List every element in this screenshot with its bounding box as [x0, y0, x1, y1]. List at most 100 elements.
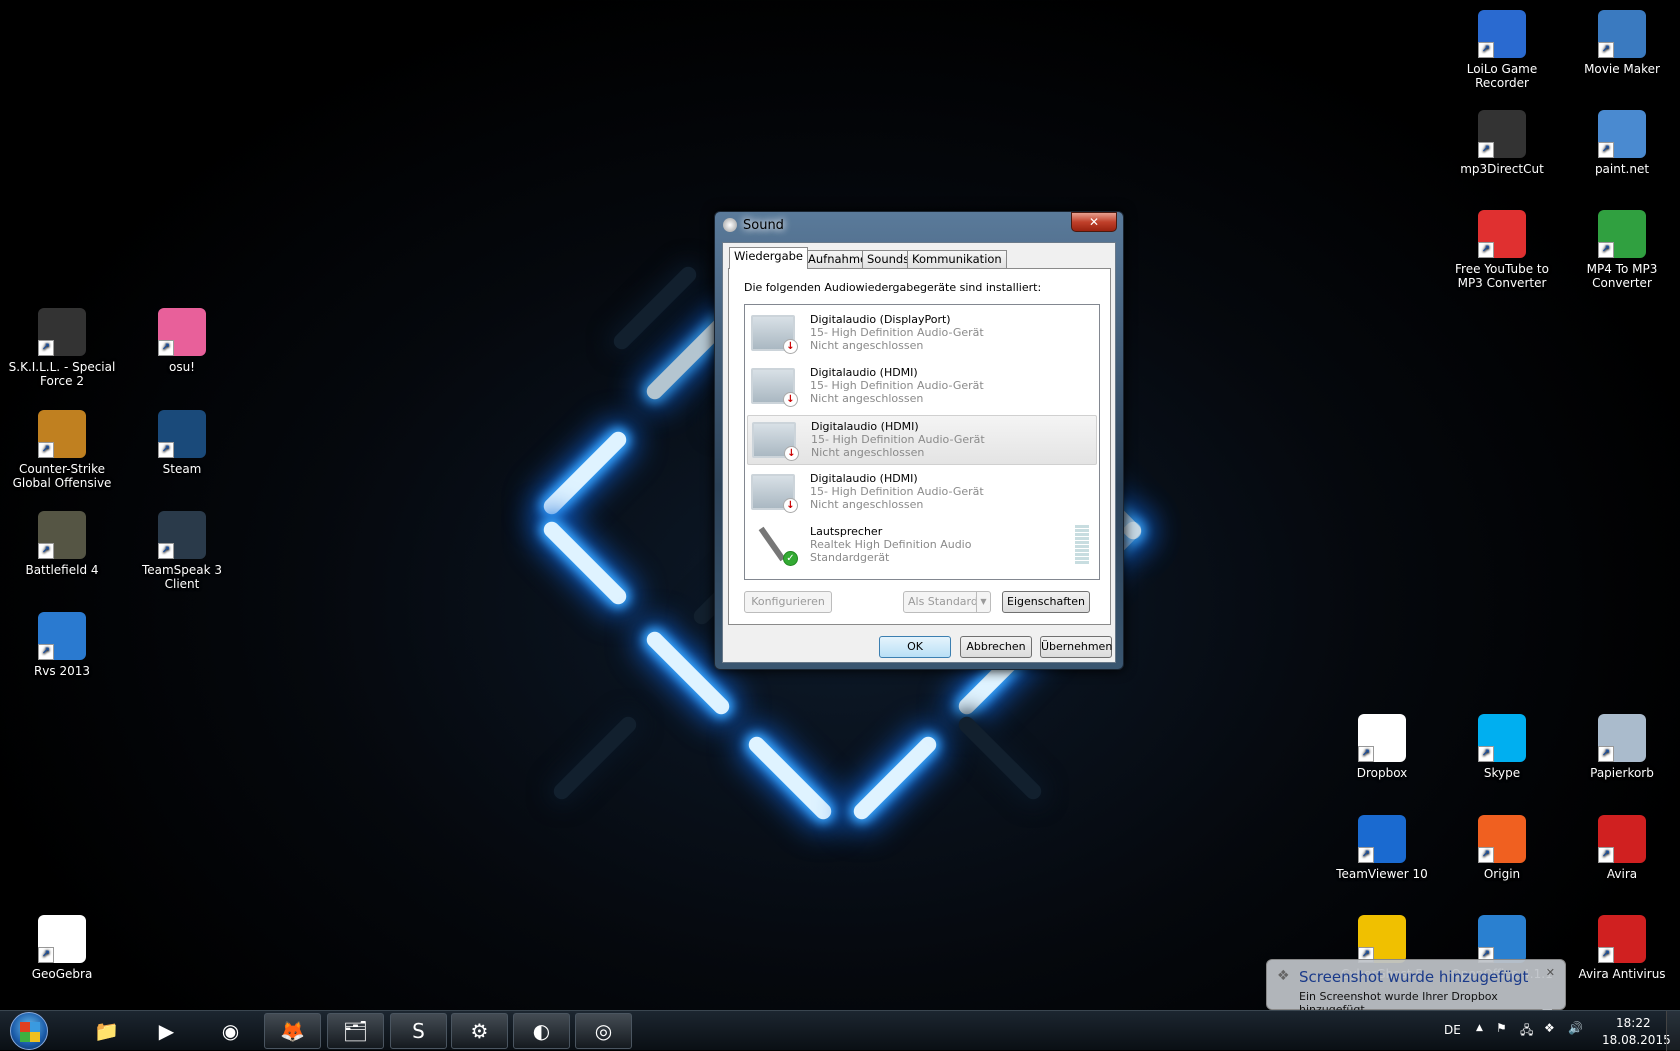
- set-default-label: Als Standard: [908, 595, 978, 608]
- desktop-icon-dropbox[interactable]: Dropbox: [1327, 714, 1437, 780]
- origin-icon: [1478, 815, 1526, 863]
- chevron-down-icon[interactable]: ▼: [976, 592, 990, 612]
- desktop-icon-label: Rvs 2013: [33, 664, 91, 678]
- desktop-icon-rvs[interactable]: Rvs 2013: [7, 612, 117, 678]
- device-item[interactable]: ↓ Digitalaudio (HDMI) 15- High Definition …: [747, 468, 1097, 518]
- taskbar-button-firefox[interactable]: 🦊: [264, 1013, 321, 1049]
- desktop-icon-skype[interactable]: Skype: [1447, 714, 1557, 780]
- desktop-icon-avira[interactable]: Avira: [1567, 815, 1677, 881]
- loilo-icon: [1478, 10, 1526, 58]
- default-check-icon: ✓: [783, 551, 798, 566]
- desktop-icon-csgo[interactable]: Counter-Strike Global Offensive: [7, 410, 117, 490]
- desktop-icon-paintnet[interactable]: paint.net: [1567, 110, 1677, 176]
- show-hidden-icons-button[interactable]: ▲: [1476, 1023, 1483, 1033]
- device-name: Digitalaudio (HDMI): [811, 420, 919, 433]
- desktop-icon-label: MP4 To MP3 Converter: [1586, 262, 1658, 290]
- device-driver: 15- High Definition Audio-Gerät: [811, 433, 985, 446]
- notification-title: Screenshot wurde hinzugefügt: [1299, 968, 1529, 986]
- tab-kommunikation[interactable]: Kommunikation: [907, 250, 1007, 268]
- clock-time[interactable]: 18:22: [1616, 1016, 1651, 1030]
- taskbar-button-chrome[interactable]: ◉: [202, 1013, 259, 1049]
- language-indicator[interactable]: DE: [1444, 1023, 1461, 1037]
- device-item[interactable]: ↓ Digitalaudio (HDMI) 15- High Definition …: [747, 362, 1097, 412]
- sound-icon: ◎: [594, 1019, 613, 1043]
- device-list[interactable]: ↓ Digitalaudio (DisplayPort) 15- High Defi…: [744, 304, 1100, 580]
- csgo-icon: [38, 410, 86, 458]
- desktop-icon-label: TeamViewer 10: [1336, 867, 1428, 881]
- desktop-icon-osu[interactable]: osu!: [127, 308, 237, 374]
- desktop-icon-youtube-mp3[interactable]: Free YouTube to MP3 Converter: [1447, 210, 1557, 290]
- desktop-icon-recycle-bin[interactable]: Papierkorb: [1567, 714, 1677, 780]
- device-status: Nicht angeschlossen: [810, 339, 924, 352]
- tab-panel: Die folgenden Audiowiedergabegeräte sind…: [728, 268, 1111, 625]
- dropbox-notification[interactable]: ❖ Screenshot wurde hinzugefügt Ein Scree…: [1266, 959, 1566, 1019]
- action-center-flag-icon[interactable]: ⚑: [1496, 1021, 1507, 1035]
- close-button[interactable]: ✕: [1071, 212, 1117, 232]
- desktop-icon-mp3directcut[interactable]: mp3DirectCut: [1447, 110, 1557, 176]
- desktop-icon-label: Avira: [1606, 867, 1638, 881]
- desktop-icon-origin[interactable]: Origin: [1447, 815, 1557, 881]
- dropbox-icon: [1358, 714, 1406, 762]
- desktop-icon-label: osu!: [168, 360, 195, 374]
- desktop-icon-label: Steam: [162, 462, 202, 476]
- desktop-icon-teamviewer[interactable]: TeamViewer 10: [1327, 815, 1437, 881]
- desktop-icon-label: Papierkorb: [1590, 766, 1654, 780]
- taskbar-button-sound[interactable]: ◎: [575, 1013, 632, 1049]
- battlefield-icon: [38, 511, 86, 559]
- youtube-mp3-icon: [1478, 210, 1526, 258]
- devices-heading: Die folgenden Audiowiedergabegeräte sind…: [744, 281, 1042, 294]
- desktop-icon-battlefield[interactable]: Battlefield 4: [7, 511, 117, 577]
- desktop-icon-teamspeak[interactable]: TeamSpeak 3 Client: [127, 511, 237, 591]
- network-icon[interactable]: 🖧: [1520, 1021, 1533, 1042]
- desktop-icon-label: Skype: [1483, 766, 1521, 780]
- firefox-icon: 🦊: [280, 1019, 305, 1043]
- taskbar-button-media-player[interactable]: ▶: [138, 1013, 195, 1049]
- volume-icon[interactable]: 🔊: [1568, 1021, 1583, 1035]
- explorer-icon: 📁: [94, 1019, 119, 1043]
- desktop-icon-mp4-mp3[interactable]: MP4 To MP3 Converter: [1567, 210, 1677, 290]
- taskbar: 📁 ▶ ◉ 🦊 🗂 S ⚙ ◐ ◎ DE ▲ ⚑ 🖧 ❖ 🔊 18:22 18.08.2015: [0, 1010, 1680, 1051]
- sf2-icon: [38, 308, 86, 356]
- recycle-bin-icon: [1598, 714, 1646, 762]
- taskbar-button-steam[interactable]: ⚙: [451, 1013, 508, 1049]
- mp4-mp3-icon: [1598, 210, 1646, 258]
- ok-button[interactable]: OK: [879, 636, 951, 658]
- configure-button[interactable]: Konfigurieren: [744, 591, 832, 613]
- dropbox-tray-icon[interactable]: ❖: [1544, 1021, 1555, 1035]
- desktop-icon-movie-maker[interactable]: Movie Maker: [1567, 10, 1677, 76]
- device-driver: 15- High Definition Audio-Gerät: [810, 485, 984, 498]
- taskbar-button-teamspeak[interactable]: ◐: [513, 1013, 570, 1049]
- desktop-icon-loilo[interactable]: LoiLo Game Recorder: [1447, 10, 1557, 90]
- dialog-client: Wiedergabe Aufnahme Sounds Kommunikation…: [722, 242, 1116, 663]
- desktop-icon-label: Counter-Strike Global Offensive: [12, 462, 112, 490]
- taskbar-button-skype[interactable]: S: [390, 1013, 447, 1049]
- taskbar-button-windows-explorer[interactable]: 🗂: [327, 1013, 384, 1049]
- start-button[interactable]: [10, 1012, 48, 1050]
- apply-button[interactable]: Übernehmen: [1040, 636, 1112, 658]
- tab-wiedergabe[interactable]: Wiedergabe: [729, 247, 809, 269]
- desktop-icon-sf2[interactable]: S.K.I.L.L. - Special Force 2: [7, 308, 117, 388]
- speaker-app-icon: [723, 218, 737, 232]
- set-default-button[interactable]: Als Standard ▼: [903, 591, 991, 613]
- show-desktop-button[interactable]: [1666, 1011, 1680, 1051]
- sound-dialog: Sound ✕ Wiedergabe Aufnahme Sounds Kommu…: [714, 211, 1124, 670]
- properties-button[interactable]: Eigenschaften: [1002, 591, 1090, 613]
- device-name: Digitalaudio (HDMI): [810, 472, 918, 485]
- desktop-icon-geogebra[interactable]: GeoGebra: [7, 915, 117, 981]
- avira-icon: [1598, 815, 1646, 863]
- steam-icon: [158, 410, 206, 458]
- notification-close-button[interactable]: ✕: [1546, 966, 1555, 979]
- cancel-button[interactable]: Abbrechen: [960, 636, 1032, 658]
- device-item[interactable]: ↓ Digitalaudio (HDMI) 15- High Definition …: [747, 415, 1097, 465]
- device-item[interactable]: ✓ Lautsprecher Realtek High Definition Aud…: [747, 521, 1097, 571]
- clock-date[interactable]: 18.08.2015: [1602, 1033, 1671, 1047]
- teamviewer-icon: [1358, 815, 1406, 863]
- desktop-icon-label: TeamSpeak 3 Client: [141, 563, 223, 591]
- steam-icon: ⚙: [470, 1019, 489, 1043]
- taskbar-button-explorer[interactable]: 📁: [78, 1013, 135, 1049]
- device-item[interactable]: ↓ Digitalaudio (DisplayPort) 15- High Defi…: [747, 309, 1097, 359]
- desktop-icon-label: Battlefield 4: [25, 563, 99, 577]
- speaker-icon: [758, 526, 786, 562]
- desktop-icon-avira-antivirus[interactable]: Avira Antivirus: [1567, 915, 1677, 981]
- desktop-icon-steam[interactable]: Steam: [127, 410, 237, 476]
